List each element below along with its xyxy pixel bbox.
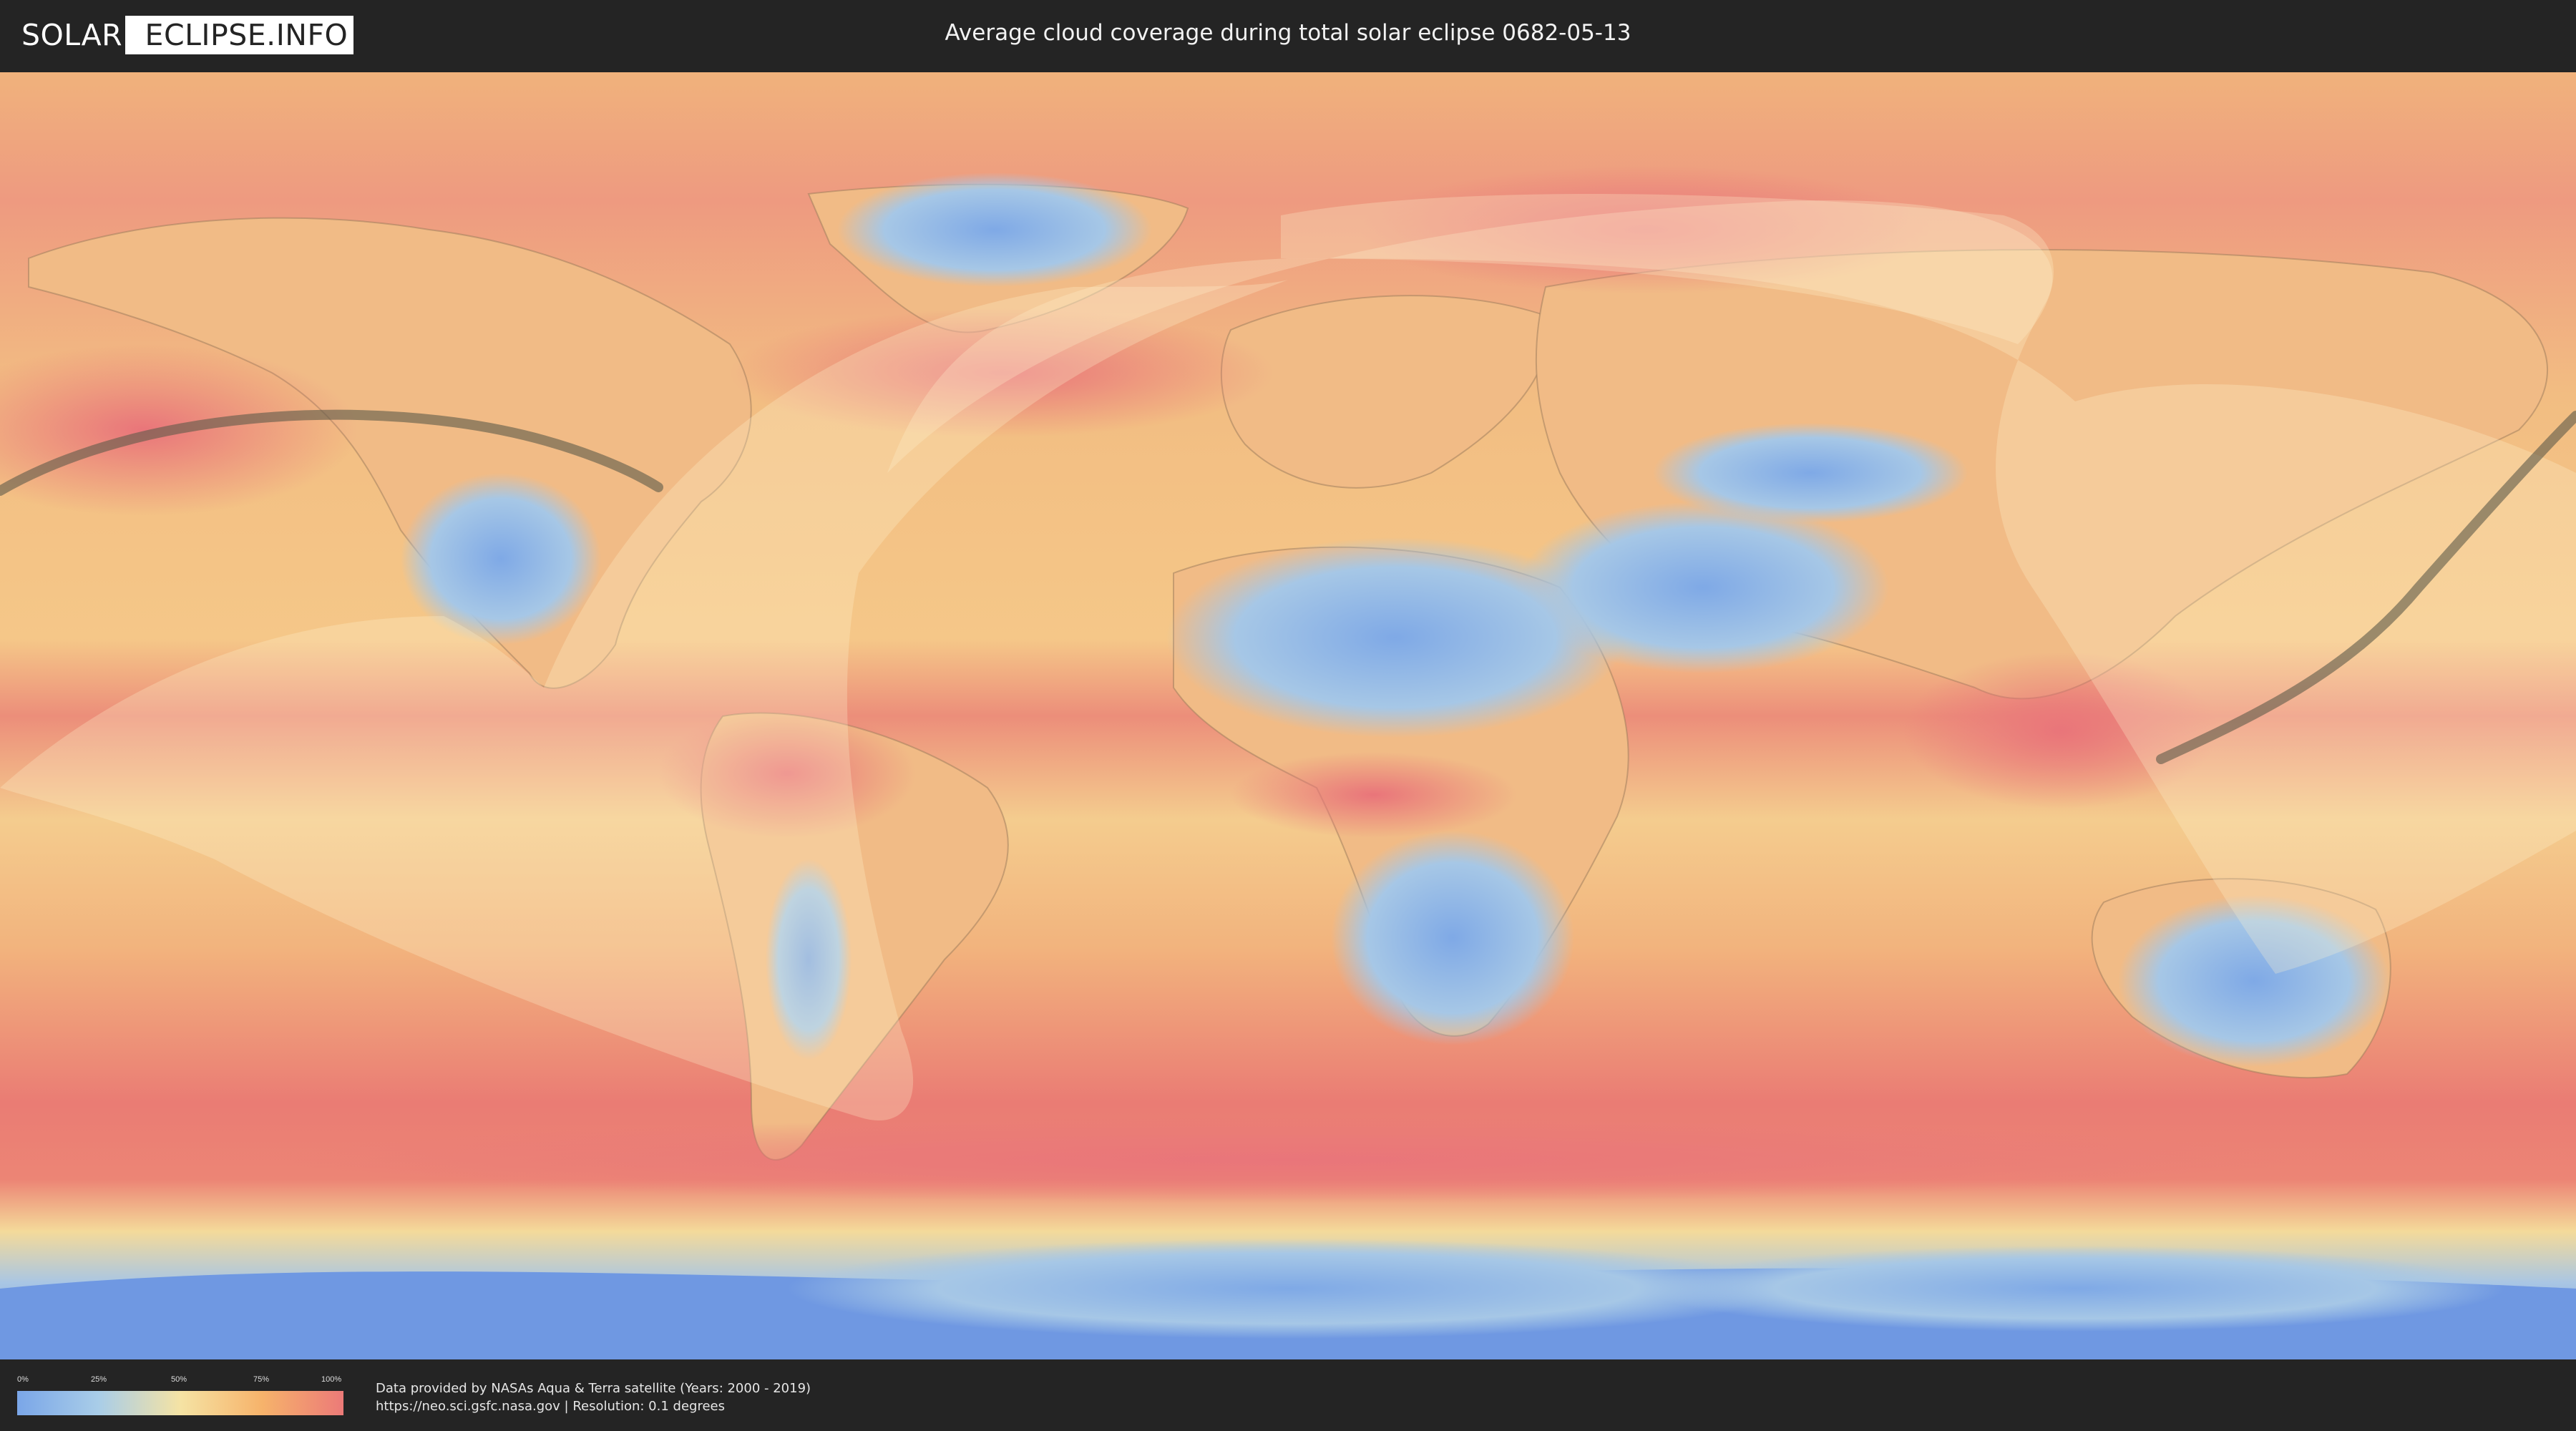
legend-tick-100: 100% xyxy=(321,1375,342,1384)
legend-tick-25: 25% xyxy=(91,1375,107,1384)
legend-tick-0: 0% xyxy=(17,1375,29,1384)
cloud-coverage-legend: 0% 25% 50% 75% 100% xyxy=(17,1375,343,1415)
legend-tick-50: 50% xyxy=(171,1375,187,1384)
header-bar: SOLAR ◄ ECLIPSE.INFO Average cloud cover… xyxy=(0,0,2576,72)
footer-bar: 0% 25% 50% 75% 100% Data provided by NAS… xyxy=(0,1359,2576,1431)
data-credits: Data provided by NASAs Aqua & Terra sate… xyxy=(376,1379,811,1415)
credit-line-1: Data provided by NASAs Aqua & Terra sate… xyxy=(376,1381,811,1396)
legend-color-bar xyxy=(17,1391,343,1415)
legend-ticks: 0% 25% 50% 75% 100% xyxy=(17,1375,343,1388)
map-svg xyxy=(0,72,2576,1360)
cloud-coverage-map[interactable] xyxy=(0,72,2576,1360)
legend-tick-75: 75% xyxy=(253,1375,270,1384)
credit-line-2[interactable]: https://neo.sci.gsfc.nasa.gov | Resoluti… xyxy=(376,1397,811,1415)
page-title: Average cloud coverage during total sola… xyxy=(945,20,1631,46)
